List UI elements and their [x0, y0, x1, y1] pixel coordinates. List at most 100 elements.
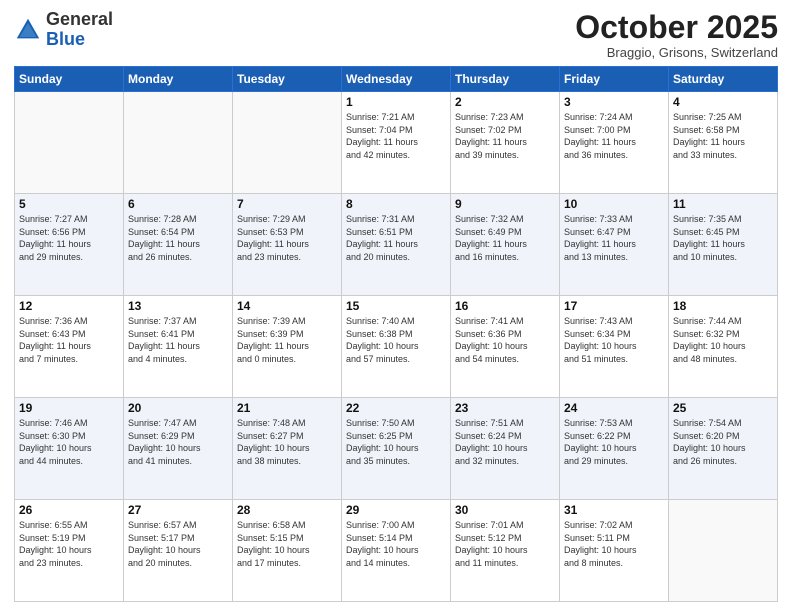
day-number: 7	[237, 197, 337, 211]
logo-icon	[14, 16, 42, 44]
day-info: Sunrise: 7:53 AM Sunset: 6:22 PM Dayligh…	[564, 417, 664, 467]
calendar-cell	[15, 92, 124, 194]
day-number: 1	[346, 95, 446, 109]
day-info: Sunrise: 7:29 AM Sunset: 6:53 PM Dayligh…	[237, 213, 337, 263]
day-number: 5	[19, 197, 119, 211]
calendar-cell: 26 Sunrise: 6:55 AM Sunset: 5:19 PM Dayli…	[15, 500, 124, 602]
calendar-cell: 7 Sunrise: 7:29 AM Sunset: 6:53 PM Daylig…	[233, 194, 342, 296]
calendar-cell: 16 Sunrise: 7:41 AM Sunset: 6:36 PM Dayli…	[451, 296, 560, 398]
day-number: 8	[346, 197, 446, 211]
day-info: Sunrise: 7:00 AM Sunset: 5:14 PM Dayligh…	[346, 519, 446, 569]
day-info: Sunrise: 7:40 AM Sunset: 6:38 PM Dayligh…	[346, 315, 446, 365]
day-info: Sunrise: 7:48 AM Sunset: 6:27 PM Dayligh…	[237, 417, 337, 467]
calendar-cell: 6 Sunrise: 7:28 AM Sunset: 6:54 PM Daylig…	[124, 194, 233, 296]
calendar-cell: 11Sunrise: 7:35 AM Sunset: 6:45 PM Dayli…	[669, 194, 778, 296]
title-block: October 2025 Braggio, Grisons, Switzerla…	[575, 10, 778, 60]
calendar-cell: 28 Sunrise: 6:58 AM Sunset: 5:15 PM Dayli…	[233, 500, 342, 602]
calendar-week-row: 26 Sunrise: 6:55 AM Sunset: 5:19 PM Dayli…	[15, 500, 778, 602]
weekday-header: Sunday	[15, 67, 124, 92]
calendar-cell: 3 Sunrise: 7:24 AM Sunset: 7:00 PM Daylig…	[560, 92, 669, 194]
day-info: Sunrise: 7:41 AM Sunset: 6:36 PM Dayligh…	[455, 315, 555, 365]
day-number: 9	[455, 197, 555, 211]
calendar-cell: 9 Sunrise: 7:32 AM Sunset: 6:49 PM Daylig…	[451, 194, 560, 296]
day-number: 16	[455, 299, 555, 313]
day-info: Sunrise: 7:32 AM Sunset: 6:49 PM Dayligh…	[455, 213, 555, 263]
calendar-cell: 29Sunrise: 7:00 AM Sunset: 5:14 PM Dayli…	[342, 500, 451, 602]
day-info: Sunrise: 7:39 AM Sunset: 6:39 PM Dayligh…	[237, 315, 337, 365]
calendar-table: SundayMondayTuesdayWednesdayThursdayFrid…	[14, 66, 778, 602]
calendar-cell: 15 Sunrise: 7:40 AM Sunset: 6:38 PM Dayli…	[342, 296, 451, 398]
calendar-cell: 10 Sunrise: 7:33 AM Sunset: 6:47 PM Dayli…	[560, 194, 669, 296]
day-number: 28	[237, 503, 337, 517]
weekday-header: Saturday	[669, 67, 778, 92]
calendar-cell: 13Sunrise: 7:37 AM Sunset: 6:41 PM Dayli…	[124, 296, 233, 398]
day-info: Sunrise: 7:44 AM Sunset: 6:32 PM Dayligh…	[673, 315, 773, 365]
day-info: Sunrise: 7:25 AM Sunset: 6:58 PM Dayligh…	[673, 111, 773, 161]
day-info: Sunrise: 7:24 AM Sunset: 7:00 PM Dayligh…	[564, 111, 664, 161]
weekday-header: Monday	[124, 67, 233, 92]
calendar-cell: 4 Sunrise: 7:25 AM Sunset: 6:58 PM Daylig…	[669, 92, 778, 194]
day-info: Sunrise: 6:57 AM Sunset: 5:17 PM Dayligh…	[128, 519, 228, 569]
weekday-header: Thursday	[451, 67, 560, 92]
weekday-header: Wednesday	[342, 67, 451, 92]
header: General Blue October 2025 Braggio, Griso…	[14, 10, 778, 60]
calendar-cell: 5 Sunrise: 7:27 AM Sunset: 6:56 PM Daylig…	[15, 194, 124, 296]
day-number: 6	[128, 197, 228, 211]
day-info: Sunrise: 7:46 AM Sunset: 6:30 PM Dayligh…	[19, 417, 119, 467]
day-info: Sunrise: 6:58 AM Sunset: 5:15 PM Dayligh…	[237, 519, 337, 569]
page: General Blue October 2025 Braggio, Griso…	[0, 0, 792, 612]
calendar-cell: 23 Sunrise: 7:51 AM Sunset: 6:24 PM Dayli…	[451, 398, 560, 500]
calendar-cell: 19 Sunrise: 7:46 AM Sunset: 6:30 PM Dayli…	[15, 398, 124, 500]
day-info: Sunrise: 7:47 AM Sunset: 6:29 PM Dayligh…	[128, 417, 228, 467]
day-number: 23	[455, 401, 555, 415]
calendar-week-row: 19 Sunrise: 7:46 AM Sunset: 6:30 PM Dayli…	[15, 398, 778, 500]
day-info: Sunrise: 7:43 AM Sunset: 6:34 PM Dayligh…	[564, 315, 664, 365]
day-info: Sunrise: 7:27 AM Sunset: 6:56 PM Dayligh…	[19, 213, 119, 263]
day-info: Sunrise: 7:37 AM Sunset: 6:41 PM Dayligh…	[128, 315, 228, 365]
logo-text: General Blue	[46, 10, 113, 50]
day-number: 30	[455, 503, 555, 517]
day-number: 4	[673, 95, 773, 109]
day-number: 24	[564, 401, 664, 415]
day-info: Sunrise: 7:31 AM Sunset: 6:51 PM Dayligh…	[346, 213, 446, 263]
calendar-cell: 30Sunrise: 7:01 AM Sunset: 5:12 PM Dayli…	[451, 500, 560, 602]
location: Braggio, Grisons, Switzerland	[575, 45, 778, 60]
day-number: 25	[673, 401, 773, 415]
calendar-cell	[124, 92, 233, 194]
day-info: Sunrise: 7:23 AM Sunset: 7:02 PM Dayligh…	[455, 111, 555, 161]
day-info: Sunrise: 7:50 AM Sunset: 6:25 PM Dayligh…	[346, 417, 446, 467]
calendar-week-row: 12 Sunrise: 7:36 AM Sunset: 6:43 PM Dayli…	[15, 296, 778, 398]
day-number: 19	[19, 401, 119, 415]
calendar-cell: 20 Sunrise: 7:47 AM Sunset: 6:29 PM Dayli…	[124, 398, 233, 500]
day-number: 10	[564, 197, 664, 211]
day-number: 22	[346, 401, 446, 415]
calendar-cell: 12 Sunrise: 7:36 AM Sunset: 6:43 PM Dayli…	[15, 296, 124, 398]
month-title: October 2025	[575, 10, 778, 45]
day-number: 2	[455, 95, 555, 109]
calendar-cell: 27Sunrise: 6:57 AM Sunset: 5:17 PM Dayli…	[124, 500, 233, 602]
day-info: Sunrise: 6:55 AM Sunset: 5:19 PM Dayligh…	[19, 519, 119, 569]
day-number: 31	[564, 503, 664, 517]
day-number: 20	[128, 401, 228, 415]
day-number: 11	[673, 197, 773, 211]
logo: General Blue	[14, 10, 113, 50]
day-info: Sunrise: 7:51 AM Sunset: 6:24 PM Dayligh…	[455, 417, 555, 467]
day-info: Sunrise: 7:36 AM Sunset: 6:43 PM Dayligh…	[19, 315, 119, 365]
logo-general: General	[46, 9, 113, 29]
day-info: Sunrise: 7:28 AM Sunset: 6:54 PM Dayligh…	[128, 213, 228, 263]
weekday-header-row: SundayMondayTuesdayWednesdayThursdayFrid…	[15, 67, 778, 92]
calendar-cell: 18Sunrise: 7:44 AM Sunset: 6:32 PM Dayli…	[669, 296, 778, 398]
calendar-cell: 21 Sunrise: 7:48 AM Sunset: 6:27 PM Dayli…	[233, 398, 342, 500]
logo-blue: Blue	[46, 29, 85, 49]
weekday-header: Friday	[560, 67, 669, 92]
day-number: 21	[237, 401, 337, 415]
day-info: Sunrise: 7:02 AM Sunset: 5:11 PM Dayligh…	[564, 519, 664, 569]
calendar-cell: 14Sunrise: 7:39 AM Sunset: 6:39 PM Dayli…	[233, 296, 342, 398]
day-number: 3	[564, 95, 664, 109]
day-number: 15	[346, 299, 446, 313]
day-info: Sunrise: 7:33 AM Sunset: 6:47 PM Dayligh…	[564, 213, 664, 263]
day-number: 26	[19, 503, 119, 517]
calendar-cell: 1Sunrise: 7:21 AM Sunset: 7:04 PM Daylig…	[342, 92, 451, 194]
day-info: Sunrise: 7:54 AM Sunset: 6:20 PM Dayligh…	[673, 417, 773, 467]
day-number: 12	[19, 299, 119, 313]
